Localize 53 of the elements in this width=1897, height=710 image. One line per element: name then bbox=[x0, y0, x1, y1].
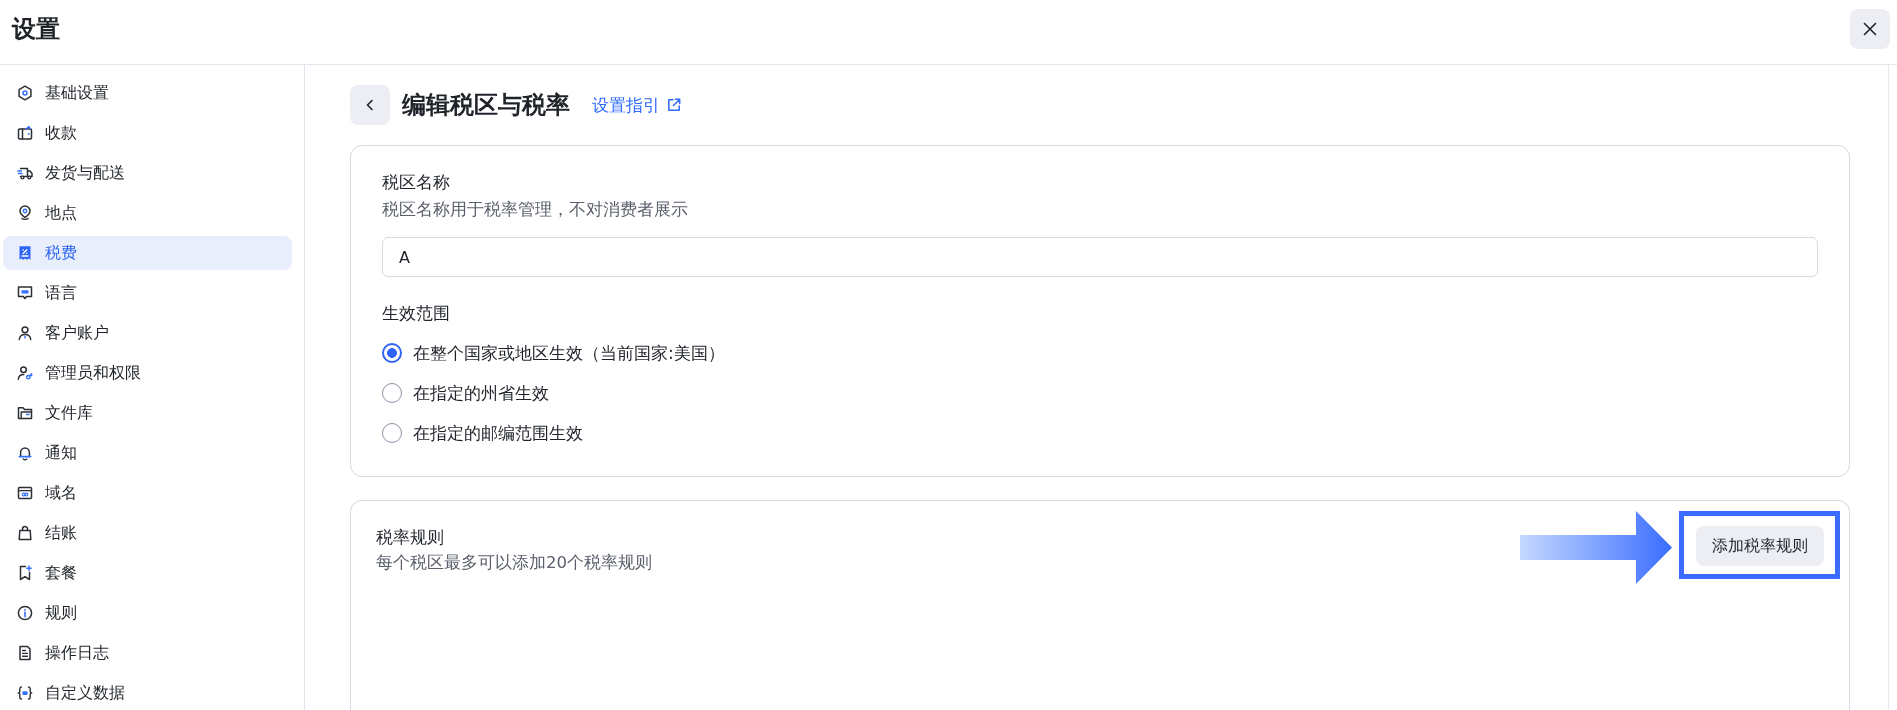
sidebar-item[interactable]: 管理员和权限 bbox=[3, 356, 292, 390]
braces-icon bbox=[17, 685, 33, 701]
info-icon bbox=[17, 605, 33, 621]
field-label: 税区名称 bbox=[382, 171, 451, 194]
field-label: 生效范围 bbox=[382, 302, 451, 325]
sidebar-item[interactable]: 规则 bbox=[3, 596, 292, 630]
close-button[interactable] bbox=[1850, 8, 1890, 49]
page-title: 编辑税区与税率 bbox=[402, 90, 570, 121]
sidebar-item[interactable]: 套餐 bbox=[3, 556, 292, 590]
radio-label[interactable]: 在指定的州省生效 bbox=[413, 381, 549, 405]
browser-window-icon bbox=[17, 485, 33, 501]
sidebar-item[interactable]: 发货与配送 bbox=[3, 156, 292, 190]
folder-icon bbox=[17, 405, 33, 421]
radio-button[interactable] bbox=[382, 423, 402, 443]
speech-bubble-icon bbox=[17, 285, 33, 301]
sidebar-item[interactable]: 自定义数据 bbox=[3, 676, 292, 710]
bookmark-plus-icon bbox=[17, 565, 33, 581]
guide-link[interactable]: 设置指引 bbox=[592, 93, 682, 117]
receipt-icon bbox=[17, 245, 33, 261]
zone-name-field[interactable]: A bbox=[382, 237, 1818, 277]
sidebar-item[interactable]: 语言 bbox=[3, 276, 292, 310]
sidebar-item[interactable]: 税费 bbox=[3, 236, 292, 270]
sidebar-item[interactable]: 收款 bbox=[3, 116, 292, 150]
field-hint: 税区名称用于税率管理，不对消费者展示 bbox=[382, 199, 689, 221]
sidebar-item[interactable]: 操作日志 bbox=[3, 636, 292, 670]
person-icon bbox=[17, 325, 33, 341]
radio-label[interactable]: 在指定的邮编范围生效 bbox=[413, 421, 583, 445]
radio-label[interactable]: 在整个国家或地区生效（当前国家:美国） bbox=[413, 341, 725, 365]
location-pin-icon bbox=[17, 205, 33, 221]
sidebar-item[interactable]: 基础设置 bbox=[3, 76, 292, 110]
document-icon bbox=[17, 645, 33, 661]
shopping-bag-icon bbox=[17, 525, 33, 541]
sidebar-item[interactable]: 域名 bbox=[3, 476, 292, 510]
back-button[interactable] bbox=[350, 85, 390, 125]
sidebar-item[interactable]: 结账 bbox=[3, 516, 292, 550]
person-key-icon bbox=[17, 365, 33, 381]
sidebar-item[interactable]: 文件库 bbox=[3, 396, 292, 430]
section-hint: 每个税区最多可以添加20个税率规则 bbox=[376, 552, 652, 574]
external-link-icon bbox=[666, 97, 682, 113]
arrow-icon bbox=[1520, 511, 1672, 584]
radio-button[interactable] bbox=[382, 343, 402, 363]
close-icon bbox=[1863, 21, 1877, 36]
sidebar-item[interactable]: 客户账户 bbox=[3, 316, 292, 350]
section-title: 税率规则 bbox=[376, 526, 445, 549]
radio-button[interactable] bbox=[382, 383, 402, 403]
sidebar-item[interactable]: 通知 bbox=[3, 436, 292, 470]
wallet-icon bbox=[17, 125, 33, 141]
settings-icon bbox=[17, 85, 33, 101]
truck-icon bbox=[17, 165, 33, 181]
window-title: 设置 bbox=[12, 13, 60, 45]
sidebar-item[interactable]: 地点 bbox=[3, 196, 292, 230]
add-rule-button[interactable]: 添加税率规则 bbox=[1696, 526, 1824, 566]
bell-icon bbox=[17, 445, 33, 461]
